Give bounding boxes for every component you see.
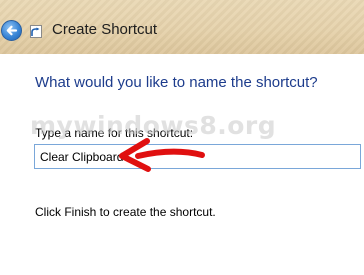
back-button[interactable]	[1, 20, 22, 41]
window-title: Create Shortcut	[52, 21, 158, 38]
page-heading: What would you like to name the shortcut…	[35, 74, 318, 91]
title-bar: Create Shortcut	[0, 0, 364, 54]
red-arrow-annotation	[119, 138, 205, 172]
back-arrow-icon	[6, 25, 18, 36]
shortcut-icon	[30, 25, 42, 38]
finish-instruction: Click Finish to create the shortcut.	[35, 205, 216, 219]
